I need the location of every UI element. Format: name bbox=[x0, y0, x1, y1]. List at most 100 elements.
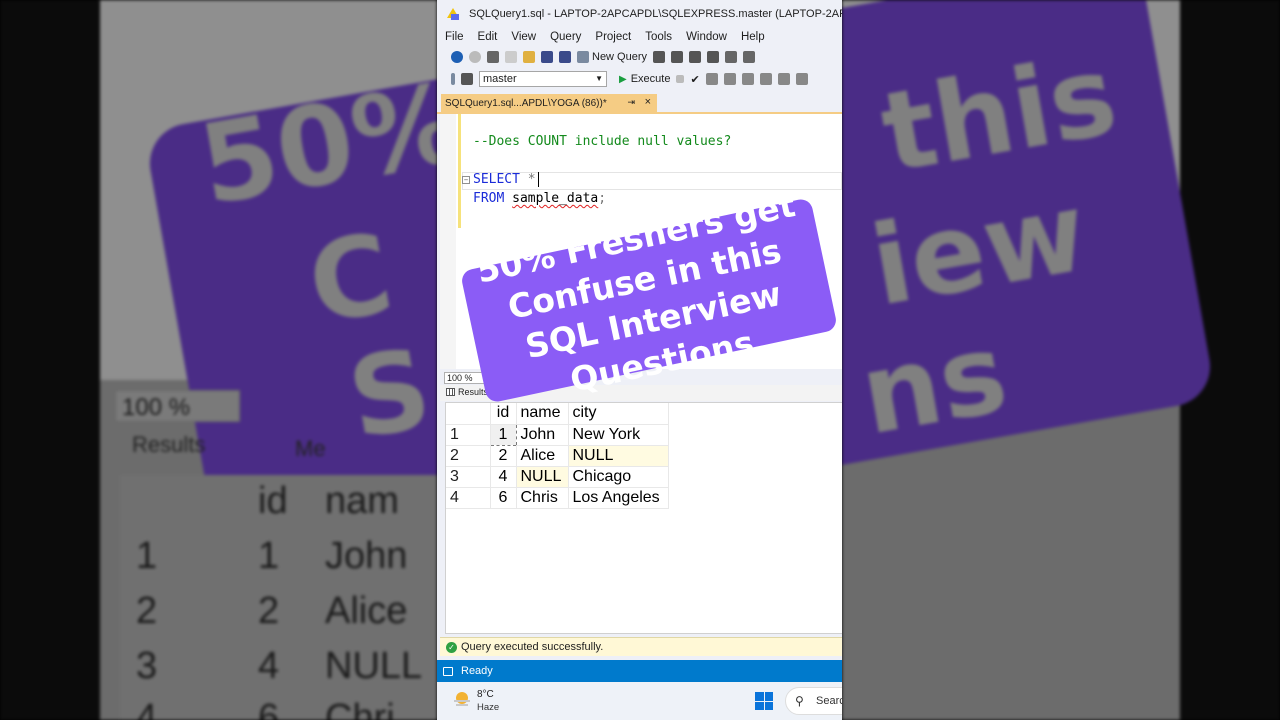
table-row: 3 4 NULL Chicago bbox=[446, 466, 669, 488]
keyword-select: SELECT bbox=[473, 172, 520, 187]
open-file-icon[interactable] bbox=[523, 51, 535, 63]
menu-window[interactable]: Window bbox=[686, 31, 727, 43]
connect-icon[interactable] bbox=[451, 73, 455, 85]
status-bar: Ready bbox=[437, 660, 842, 682]
select-star: * bbox=[519, 172, 536, 187]
back-icon[interactable] bbox=[451, 51, 463, 63]
results-to-text-icon[interactable] bbox=[759, 73, 772, 85]
status-ready: Ready bbox=[461, 665, 493, 677]
background-grid: id nam 1 1 John 2 2 Alice 3 4 NULL 4 6 C… bbox=[120, 475, 437, 720]
database-engine-query-icon[interactable] bbox=[653, 51, 666, 63]
standard-toolbar: New Query bbox=[437, 46, 842, 68]
keyword-from: FROM bbox=[473, 191, 505, 206]
background-grid-cell: 4 bbox=[136, 697, 158, 720]
change-indicator bbox=[458, 114, 461, 228]
forward-icon[interactable] bbox=[469, 51, 481, 63]
grid-cell[interactable]: 6 bbox=[490, 487, 517, 509]
collapse-icon[interactable]: − bbox=[462, 176, 470, 184]
comment-icon[interactable] bbox=[795, 73, 808, 85]
background-grid-cell: NULL bbox=[325, 645, 423, 687]
save-icon[interactable] bbox=[541, 51, 553, 63]
close-icon[interactable]: × bbox=[645, 96, 651, 108]
estimated-plan-icon[interactable] bbox=[705, 73, 718, 85]
execute-button[interactable]: ▶ Execute bbox=[619, 73, 670, 85]
background-grid-cell: Alice bbox=[325, 590, 408, 632]
grid-cell[interactable]: 2 bbox=[490, 445, 517, 467]
tab-results[interactable]: Results bbox=[446, 387, 488, 397]
weather-temperature[interactable]: 8°C bbox=[477, 689, 494, 700]
grid-cell[interactable]: 4 bbox=[490, 466, 517, 488]
database-select-value: master bbox=[483, 73, 517, 85]
grid-cell-null[interactable]: NULL bbox=[516, 466, 569, 488]
background-messages-tab: Me bbox=[295, 436, 326, 461]
results-grid[interactable]: id name city 1 1 John New York 2 2 Alice… bbox=[445, 402, 842, 634]
status-bar-icon bbox=[443, 666, 453, 676]
row-number[interactable]: 3 bbox=[446, 466, 491, 488]
taskbar-search-label: Searc bbox=[816, 695, 842, 707]
stop-icon[interactable] bbox=[676, 75, 685, 83]
menu-query[interactable]: Query bbox=[550, 31, 581, 43]
column-header-id[interactable]: id bbox=[490, 403, 517, 425]
grid-cell[interactable]: Alice bbox=[516, 445, 569, 467]
results-to-grid-icon[interactable] bbox=[741, 73, 754, 85]
background-grid-cell: 2 bbox=[136, 590, 158, 632]
windows-start-icon[interactable] bbox=[755, 692, 773, 710]
zoom-value: 100 % bbox=[447, 373, 473, 383]
taskbar-search[interactable]: ⚲ Searc bbox=[785, 687, 842, 715]
query-status-message: ✓ Query executed successfully. bbox=[440, 637, 842, 656]
row-number[interactable]: 4 bbox=[446, 487, 491, 509]
grid-cell[interactable]: New York bbox=[568, 424, 669, 446]
table-name: sample_data bbox=[512, 191, 599, 206]
grid-cell[interactable]: Los Angeles bbox=[568, 487, 669, 509]
results-to-file-icon[interactable] bbox=[777, 73, 790, 85]
column-header-city[interactable]: city bbox=[568, 403, 669, 425]
table-row: 4 6 Chris Los Angeles bbox=[446, 487, 669, 509]
weather-description[interactable]: Haze bbox=[477, 702, 499, 713]
row-number[interactable]: 1 bbox=[446, 424, 491, 446]
background-grid-cell: 4 bbox=[258, 645, 280, 687]
window-title: SQLQuery1.sql - LAPTOP-2APCAPDL\SQLEXPRE… bbox=[469, 8, 842, 20]
row-number-header bbox=[446, 403, 491, 425]
menu-project[interactable]: Project bbox=[595, 31, 631, 43]
new-query-icon bbox=[577, 51, 589, 63]
database-select[interactable]: master ▼ bbox=[479, 71, 607, 87]
menu-edit[interactable]: Edit bbox=[478, 31, 498, 43]
grid-cell[interactable]: Chris bbox=[516, 487, 569, 509]
new-project-icon[interactable] bbox=[487, 51, 499, 63]
weather-haze-icon[interactable] bbox=[452, 690, 472, 708]
grid-cell-null[interactable]: NULL bbox=[568, 445, 669, 467]
tab-sqlquery1[interactable]: SQLQuery1.sql...APDL\YOGA (86))* ⇥ × bbox=[441, 94, 657, 114]
menu-file[interactable]: File bbox=[445, 31, 464, 43]
add-item-icon[interactable] bbox=[505, 51, 517, 63]
change-connection-icon[interactable] bbox=[461, 73, 473, 85]
background-grid-header: nam bbox=[325, 480, 399, 522]
copy-icon[interactable] bbox=[743, 51, 756, 63]
cut-icon[interactable] bbox=[725, 51, 738, 63]
query-options-icon[interactable] bbox=[723, 73, 736, 85]
column-header-name[interactable]: name bbox=[516, 403, 569, 425]
text-cursor bbox=[537, 172, 539, 187]
grid-cell[interactable]: John bbox=[516, 424, 569, 446]
background-right: this iew ns bbox=[842, 0, 1280, 720]
menu-tools[interactable]: Tools bbox=[645, 31, 672, 43]
analysis-query-icon[interactable] bbox=[671, 51, 684, 63]
grid-icon bbox=[446, 388, 455, 396]
save-all-icon[interactable] bbox=[559, 51, 571, 63]
background-zoom: 100 % bbox=[115, 390, 240, 422]
menu-view[interactable]: View bbox=[511, 31, 536, 43]
search-icon: ⚲ bbox=[795, 694, 804, 708]
menu-help[interactable]: Help bbox=[741, 31, 765, 43]
background-left: 50% C S 100 % Results Me id nam 1 1 John… bbox=[0, 0, 437, 720]
xmla-query-icon[interactable] bbox=[707, 51, 720, 63]
new-query-label: New Query bbox=[592, 51, 648, 63]
pin-icon[interactable]: ⇥ bbox=[627, 97, 635, 108]
row-number[interactable]: 2 bbox=[446, 445, 491, 467]
table-row: 2 2 Alice NULL bbox=[446, 445, 669, 467]
code-comment: --Does COUNT include null values? bbox=[473, 134, 732, 149]
grid-cell[interactable]: Chicago bbox=[568, 466, 669, 488]
mdx-query-icon[interactable] bbox=[689, 51, 702, 63]
background-grid-header: id bbox=[258, 480, 288, 522]
new-query-button[interactable]: New Query bbox=[577, 51, 647, 63]
grid-cell[interactable]: 1 bbox=[489, 423, 517, 446]
parse-check-icon[interactable]: ✔ bbox=[690, 73, 699, 86]
